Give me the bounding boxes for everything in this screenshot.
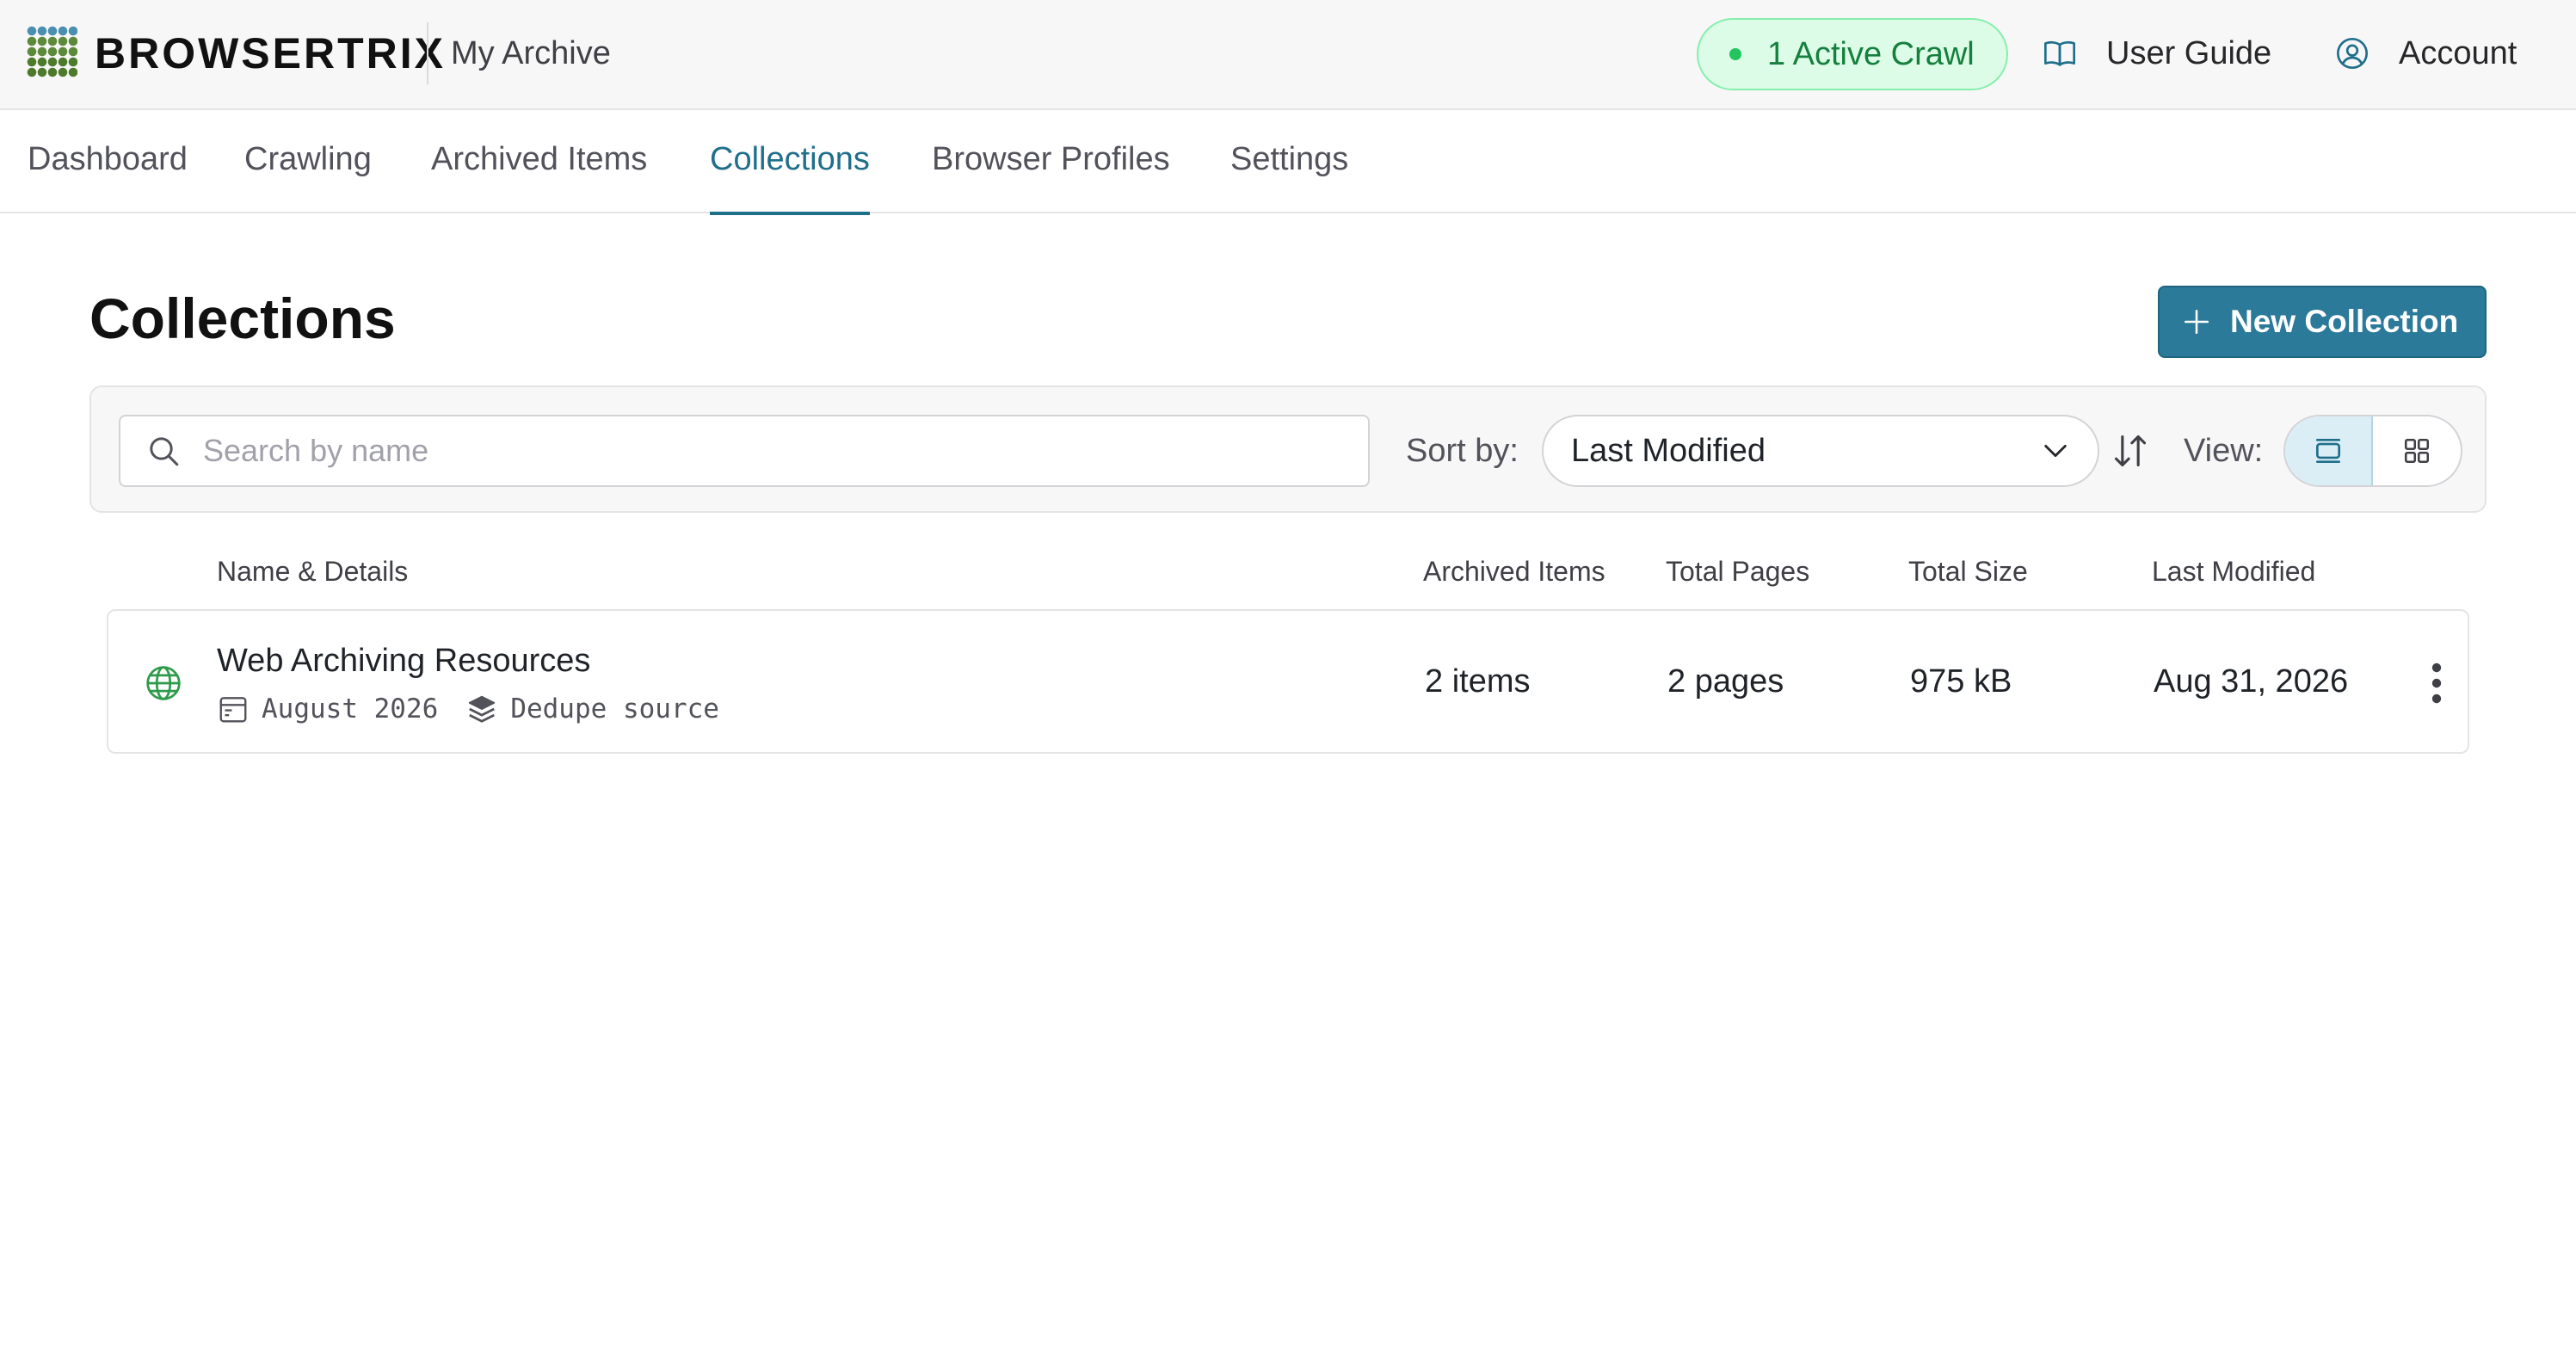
user-circle-icon xyxy=(2337,38,2368,69)
logo-dot xyxy=(68,36,77,46)
logo-dot xyxy=(27,26,37,36)
collection-name[interactable]: Web Archiving Resources xyxy=(217,640,590,681)
logo-dot xyxy=(47,26,58,36)
logo-dot xyxy=(68,46,77,57)
org-name[interactable]: My Archive xyxy=(451,26,611,81)
tab-collections[interactable]: Collections xyxy=(710,110,870,215)
user-guide-label: User Guide xyxy=(2106,34,2272,71)
logo-dot xyxy=(47,46,58,57)
sort-select[interactable]: Last Modified xyxy=(1542,415,2099,487)
tab-settings[interactable]: Settings xyxy=(1230,110,1348,213)
grid-view-icon xyxy=(2404,438,2430,464)
logo-dot xyxy=(58,36,68,46)
column-header-total-size: Total Size xyxy=(1908,556,2028,587)
chevron-down-icon xyxy=(2044,444,2067,458)
logo-dot xyxy=(27,57,37,67)
user-guide-button[interactable]: User Guide xyxy=(2043,26,2271,81)
new-collection-button[interactable]: New Collection xyxy=(2158,286,2487,358)
search-icon xyxy=(150,437,179,466)
search-input[interactable] xyxy=(203,433,1322,469)
logo-dot xyxy=(68,57,77,67)
logo-dot xyxy=(47,57,58,67)
logo-dot xyxy=(37,36,47,46)
sort-select-value: Last Modified xyxy=(1571,432,1766,469)
globe-icon xyxy=(146,666,181,700)
logo-dot xyxy=(37,57,47,67)
tab-archived-items[interactable]: Archived Items xyxy=(431,110,647,213)
collection-details: August 2026 Dedupe source xyxy=(217,690,719,728)
total-pages-count: 2 pages xyxy=(1667,663,1784,700)
top-bar: BROWSERTRIX My Archive 1 Active Crawl Us… xyxy=(0,0,2576,110)
active-crawl-label: 1 Active Crawl xyxy=(1767,35,1975,72)
logo-dot xyxy=(47,36,58,46)
logo-dot xyxy=(58,67,68,77)
tab-dashboard[interactable]: Dashboard xyxy=(28,110,188,213)
brand-name[interactable]: BROWSERTRIX xyxy=(95,26,446,81)
account-button[interactable]: Account xyxy=(2335,26,2517,81)
brand-divider xyxy=(427,22,428,84)
page-title: Collections xyxy=(89,287,396,350)
search-field[interactable] xyxy=(119,415,1370,487)
archived-items-count: 2 items xyxy=(1425,663,1531,700)
logo-dot xyxy=(27,36,37,46)
main-nav: Dashboard Crawling Archived Items Collec… xyxy=(0,110,2576,215)
column-header-total-pages: Total Pages xyxy=(1666,556,1810,587)
layers-icon xyxy=(469,695,496,723)
view-toggle xyxy=(2283,415,2462,487)
tab-crawling[interactable]: Crawling xyxy=(244,110,372,213)
logo-dot xyxy=(68,26,77,36)
plus-icon xyxy=(2184,309,2209,335)
list-view-button[interactable] xyxy=(2285,416,2373,485)
column-header-name: Name & Details xyxy=(217,556,409,587)
book-icon xyxy=(2044,40,2075,66)
sort-arrows-icon[interactable] xyxy=(2111,432,2149,470)
list-view-icon xyxy=(2315,438,2341,464)
logo-dot xyxy=(47,67,58,77)
logo-dot xyxy=(37,26,47,36)
logo-dot xyxy=(27,67,37,77)
total-size-value: 975 kB xyxy=(1910,663,2012,700)
tab-browser-profiles[interactable]: Browser Profiles xyxy=(932,110,1170,213)
filter-bar: Sort by: Last Modified View: xyxy=(89,385,2487,513)
browsertrix-logo-icon[interactable] xyxy=(26,24,77,79)
logo-dot xyxy=(37,67,47,77)
last-modified-date: Aug 31, 2026 xyxy=(2154,663,2349,700)
active-crawl-badge[interactable]: 1 Active Crawl xyxy=(1697,18,2008,90)
logo-dot xyxy=(37,46,47,57)
grid-view-button[interactable] xyxy=(2373,416,2461,485)
column-header-archived-items: Archived Items xyxy=(1423,556,1605,587)
collection-date-range: August 2026 xyxy=(262,693,439,724)
calendar-icon xyxy=(219,697,247,723)
sort-label: Sort by: xyxy=(1406,433,1519,469)
account-label: Account xyxy=(2399,34,2517,71)
active-status-dot xyxy=(1729,48,1741,60)
kebab-menu-icon[interactable] xyxy=(2419,657,2454,709)
logo-dot xyxy=(58,26,68,36)
collection-row[interactable]: Web Archiving Resources August 2026 Dedu… xyxy=(107,609,2469,754)
new-collection-label: New Collection xyxy=(2230,304,2459,339)
view-label: View: xyxy=(2184,433,2264,469)
logo-dot xyxy=(27,46,37,57)
logo-dot xyxy=(58,46,68,57)
column-header-last-modified: Last Modified xyxy=(2152,556,2316,587)
collection-tag: Dedupe source xyxy=(510,693,719,724)
logo-dot xyxy=(58,57,68,67)
logo-dot xyxy=(68,67,77,77)
